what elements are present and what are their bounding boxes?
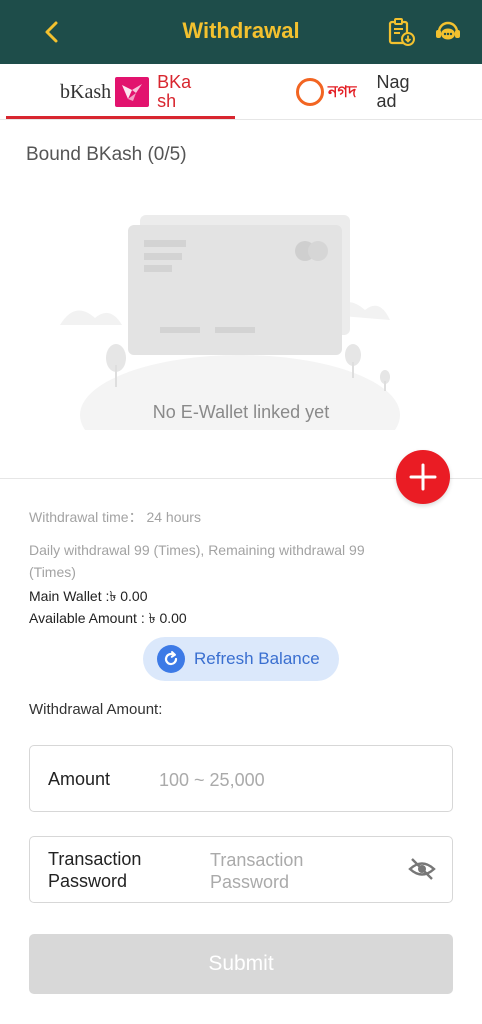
clipboard-download-icon	[388, 18, 415, 46]
bkash-logo: bKash	[60, 77, 150, 107]
transaction-password-label: Transaction Password	[48, 849, 142, 891]
bkash-bird-icon	[115, 77, 150, 107]
empty-state-message: No E-Wallet linked yet	[152, 402, 330, 422]
plus-icon	[409, 463, 437, 491]
history-button[interactable]	[385, 16, 417, 48]
customer-service-icon	[436, 21, 460, 40]
amount-input[interactable]: 100 ~ 25,000	[159, 769, 265, 791]
support-button[interactable]	[432, 16, 464, 48]
nagad-swirl-icon	[296, 78, 324, 106]
transaction-password-field[interactable]: Transaction Password Transaction Passwor…	[29, 836, 453, 903]
refresh-balance-button[interactable]: Refresh Balance	[143, 637, 339, 681]
tab-label-nagad: Nagad	[376, 72, 410, 111]
tab-nagad[interactable]: নগদ Nagad	[296, 64, 412, 120]
daily-withdrawal-text: Daily withdrawal 99 (Times), Remaining w…	[29, 542, 365, 558]
refresh-balance-label: Refresh Balance	[194, 649, 320, 668]
daily-withdrawal-text-cont: (Times)	[29, 564, 76, 580]
submit-button[interactable]: Submit	[29, 934, 453, 994]
tab-label-bkash: BKash	[157, 72, 192, 111]
withdrawal-amount-label: Withdrawal Amount:	[29, 701, 163, 718]
amount-label: Amount	[48, 769, 111, 789]
main-wallet-balance: Main Wallet :৳ 0.00	[29, 588, 148, 604]
add-wallet-button[interactable]	[396, 450, 450, 504]
available-amount: Available Amount : ৳ 0.00	[29, 610, 187, 626]
active-tab-indicator	[6, 116, 235, 119]
transaction-password-input[interactable]: Transaction Password	[210, 849, 303, 893]
nagad-logo: নগদ	[296, 78, 356, 106]
withdrawal-time-text: Withdrawal time： 24 hours	[29, 509, 201, 525]
bound-wallets-title: Bound BKash (0/5)	[26, 144, 187, 165]
refresh-icon	[157, 645, 185, 673]
app-header: Withdrawal	[0, 0, 482, 64]
empty-wallet-illustration	[60, 215, 400, 430]
amount-field[interactable]: Amount 100 ~ 25,000	[29, 745, 453, 812]
eye-off-icon[interactable]	[408, 857, 436, 881]
payment-method-tabs: bKash BKash নগদ Nagad	[0, 64, 482, 120]
tab-bkash[interactable]: bKash BKash	[60, 64, 193, 120]
